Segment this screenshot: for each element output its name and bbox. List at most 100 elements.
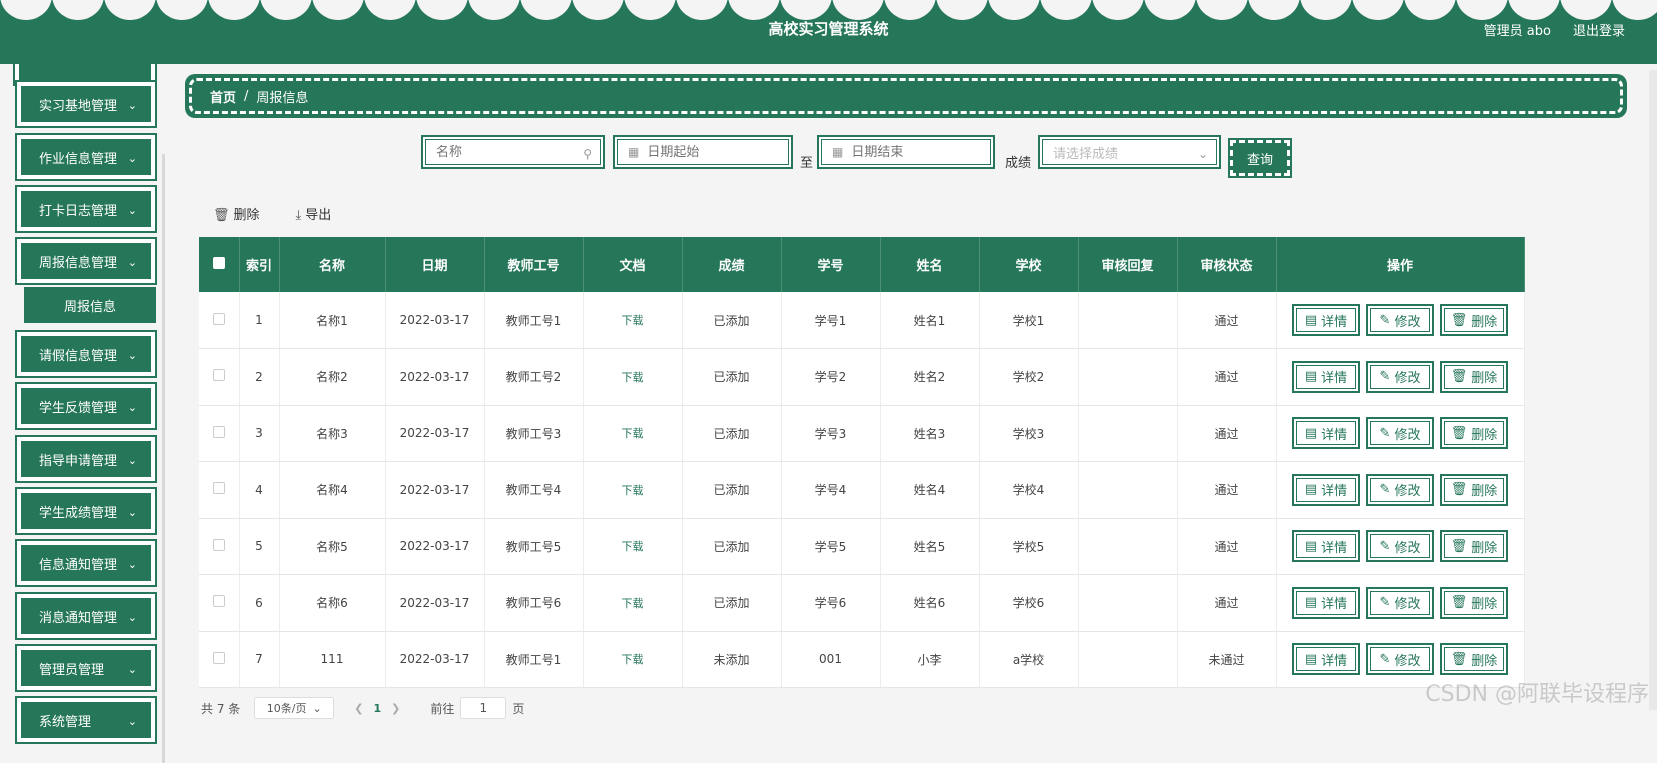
cell-reply bbox=[1078, 631, 1178, 688]
chevron-right-icon[interactable]: ❯ bbox=[391, 702, 400, 715]
chevron-down-icon: ⌄ bbox=[127, 349, 137, 362]
select-all-header[interactable] bbox=[199, 237, 240, 292]
date-end-field[interactable] bbox=[851, 144, 990, 160]
detail-button[interactable]: ▤ 详情 bbox=[1292, 586, 1360, 619]
detail-button[interactable]: ▤ 详情 bbox=[1292, 643, 1360, 676]
breadcrumb-home[interactable]: 首页 bbox=[210, 87, 236, 106]
sidebar-item-homework[interactable]: 作业信息管理 ⌄ bbox=[17, 135, 155, 179]
logout-button[interactable]: 退出登录 bbox=[1573, 20, 1625, 39]
sidebar-scrollbar[interactable] bbox=[162, 154, 165, 763]
cell-text: 学校5 bbox=[1012, 539, 1045, 554]
sidebar-item-system[interactable]: 系统管理 ⌄ bbox=[17, 698, 155, 742]
download-link[interactable]: 下载 bbox=[622, 484, 644, 497]
cell-doc[interactable]: 下载 bbox=[583, 348, 683, 406]
download-link[interactable]: 下载 bbox=[622, 653, 644, 666]
bulk-delete-button[interactable]: 🗑 删除 bbox=[213, 204, 260, 223]
date-end-input[interactable]: ▦ bbox=[817, 135, 995, 169]
row-checkbox[interactable] bbox=[212, 651, 225, 664]
cell-index: 5 bbox=[239, 518, 280, 575]
row-select-cell[interactable] bbox=[199, 631, 240, 688]
row-checkbox[interactable] bbox=[212, 369, 225, 382]
cell-doc[interactable]: 下载 bbox=[583, 405, 683, 462]
delete-button[interactable]: 🗑 删除 bbox=[1440, 530, 1508, 563]
name-input[interactable] bbox=[436, 144, 600, 160]
cell-sname: 姓名2 bbox=[880, 348, 980, 406]
cell-text: 2022-03-17 bbox=[399, 539, 470, 554]
row-select-cell[interactable] bbox=[199, 574, 240, 632]
download-link[interactable]: 下载 bbox=[622, 427, 644, 440]
select-all-checkbox[interactable] bbox=[212, 256, 225, 269]
sidebar-item-partial[interactable] bbox=[13, 64, 157, 86]
cell-doc[interactable]: 下载 bbox=[583, 518, 683, 575]
sidebar: 实习基地管理 ⌄ 作业信息管理 ⌄ 打卡日志管理 ⌄ 周报信息管理 ⌄ 周报信息… bbox=[0, 64, 170, 763]
cell-school: 学校2 bbox=[979, 348, 1079, 406]
chevron-down-icon: ⌄ bbox=[1197, 147, 1208, 161]
edit-button[interactable]: ✎ 修改 bbox=[1366, 473, 1434, 506]
delete-button[interactable]: 🗑 删除 bbox=[1440, 417, 1508, 450]
delete-icon: 🗑 bbox=[1450, 369, 1468, 385]
row-checkbox[interactable] bbox=[212, 538, 225, 551]
download-link[interactable]: 下载 bbox=[622, 540, 644, 553]
cell-doc[interactable]: 下载 bbox=[583, 292, 683, 349]
sidebar-item-message-notice[interactable]: 消息通知管理 ⌄ bbox=[17, 594, 155, 638]
name-search-input[interactable]: ⚲ bbox=[421, 135, 605, 169]
delete-button[interactable]: 🗑 删除 bbox=[1440, 360, 1508, 393]
row-select-cell[interactable] bbox=[199, 292, 240, 349]
cell-doc[interactable]: 下载 bbox=[583, 461, 683, 519]
delete-button[interactable]: 🗑 删除 bbox=[1440, 586, 1508, 619]
sidebar-item-info-notice[interactable]: 信息通知管理 ⌄ bbox=[17, 541, 155, 585]
sidebar-subitem-weekly-info[interactable]: 周报信息 bbox=[24, 287, 156, 323]
cell-ops: ▤ 详情 ✎ 修改 🗑 删除 bbox=[1276, 348, 1525, 406]
row-checkbox[interactable] bbox=[212, 425, 225, 438]
sidebar-item-leave[interactable]: 请假信息管理 ⌄ bbox=[17, 332, 155, 376]
sidebar-item-feedback[interactable]: 学生反馈管理 ⌄ bbox=[17, 384, 155, 428]
delete-button[interactable]: 🗑 删除 bbox=[1440, 304, 1508, 336]
row-checkbox[interactable] bbox=[212, 482, 225, 495]
edit-button[interactable]: ✎ 修改 bbox=[1366, 360, 1434, 393]
row-select-cell[interactable] bbox=[199, 348, 240, 406]
cell-text: 1 bbox=[255, 313, 263, 327]
page-scrollbar[interactable] bbox=[1649, 70, 1657, 710]
download-link[interactable]: 下载 bbox=[622, 314, 644, 327]
delete-button[interactable]: 🗑 删除 bbox=[1440, 473, 1508, 506]
query-button[interactable]: 查询 bbox=[1228, 138, 1292, 178]
chevron-down-icon: ⌄ bbox=[127, 401, 137, 414]
download-link[interactable]: 下载 bbox=[622, 597, 644, 610]
sidebar-item-admin[interactable]: 管理员管理 ⌄ bbox=[17, 646, 155, 690]
page-size-select[interactable]: 10条/页 ⌄ bbox=[254, 697, 335, 719]
bulk-delete-label: 删除 bbox=[233, 208, 260, 223]
sidebar-item-checkin-log[interactable]: 打卡日志管理 ⌄ bbox=[17, 187, 155, 231]
row-checkbox[interactable] bbox=[212, 595, 225, 608]
detail-button[interactable]: ▤ 详情 bbox=[1292, 530, 1360, 563]
edit-button[interactable]: ✎ 修改 bbox=[1366, 417, 1434, 450]
download-link[interactable]: 下载 bbox=[622, 371, 644, 384]
cell-text: 学号2 bbox=[814, 370, 847, 385]
goto-page-input[interactable]: 1 bbox=[460, 697, 507, 719]
edit-button[interactable]: ✎ 修改 bbox=[1366, 643, 1434, 676]
edit-button[interactable]: ✎ 修改 bbox=[1366, 530, 1434, 563]
detail-button[interactable]: ▤ 详情 bbox=[1292, 304, 1360, 336]
date-start-input[interactable]: ▦ bbox=[613, 135, 793, 169]
cell-sname: 小李 bbox=[880, 631, 980, 688]
detail-button[interactable]: ▤ 详情 bbox=[1292, 360, 1360, 393]
detail-button[interactable]: ▤ 详情 bbox=[1292, 417, 1360, 450]
cell-doc[interactable]: 下载 bbox=[583, 574, 683, 632]
sidebar-item-grades[interactable]: 学生成绩管理 ⌄ bbox=[17, 489, 155, 533]
delete-button[interactable]: 🗑 删除 bbox=[1440, 643, 1508, 676]
sidebar-item-internship-base[interactable]: 实习基地管理 ⌄ bbox=[17, 82, 155, 126]
grade-select[interactable]: 请选择成绩 ⌄ bbox=[1038, 135, 1221, 169]
export-button[interactable]: ⤓ 导出 bbox=[296, 204, 332, 223]
row-select-cell[interactable] bbox=[199, 518, 240, 575]
detail-button[interactable]: ▤ 详情 bbox=[1292, 473, 1360, 506]
cell-doc[interactable]: 下载 bbox=[583, 631, 683, 688]
row-checkbox[interactable] bbox=[212, 312, 225, 325]
sidebar-item-guidance[interactable]: 指导申请管理 ⌄ bbox=[17, 437, 155, 481]
edit-button[interactable]: ✎ 修改 bbox=[1366, 304, 1434, 336]
row-select-cell[interactable] bbox=[199, 405, 240, 462]
date-start-field[interactable] bbox=[647, 144, 788, 160]
page-number-current[interactable]: 1 bbox=[373, 702, 381, 715]
row-select-cell[interactable] bbox=[199, 461, 240, 519]
edit-button[interactable]: ✎ 修改 bbox=[1366, 586, 1434, 619]
chevron-left-icon[interactable]: ❮ bbox=[354, 702, 363, 715]
sidebar-item-weekly-report[interactable]: 周报信息管理 ⌄ bbox=[17, 239, 155, 283]
